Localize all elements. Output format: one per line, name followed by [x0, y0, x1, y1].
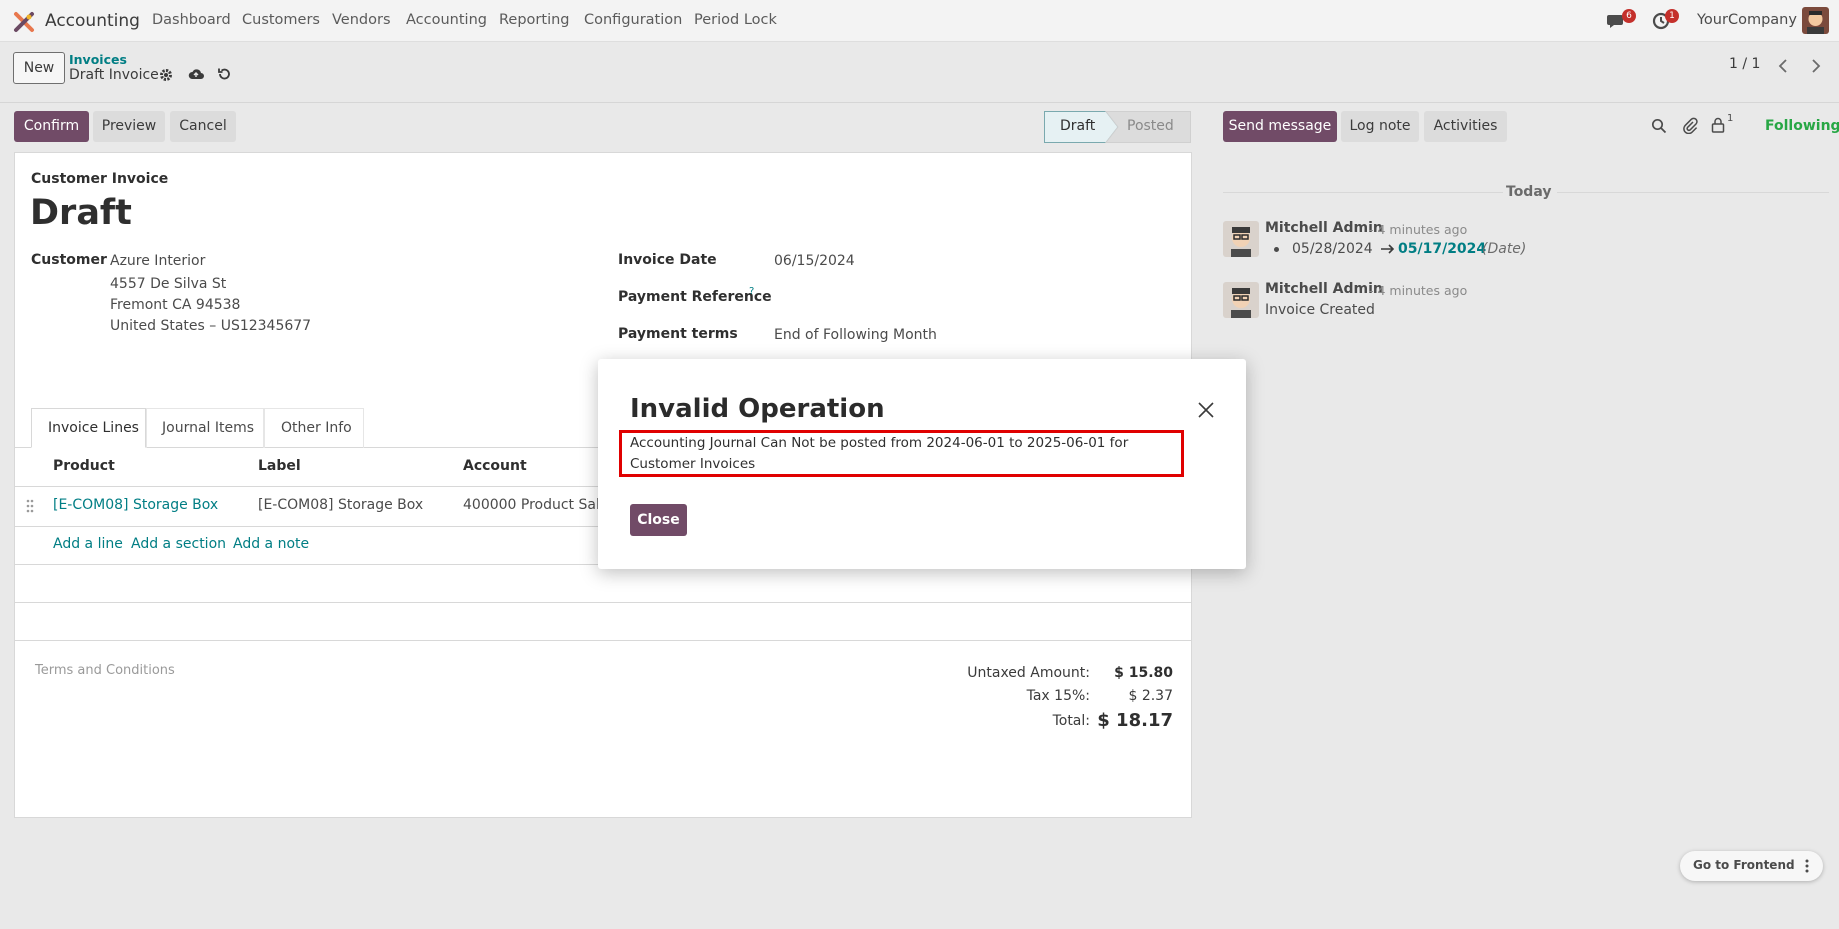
- close-icon[interactable]: [1198, 402, 1214, 418]
- close-button[interactable]: Close: [630, 504, 687, 536]
- error-dialog: Invalid Operation Accounting Journal Can…: [598, 359, 1246, 569]
- dialog-message: Accounting Journal Can Not be posted fro…: [630, 435, 1129, 472]
- dialog-title: Invalid Operation: [630, 394, 885, 424]
